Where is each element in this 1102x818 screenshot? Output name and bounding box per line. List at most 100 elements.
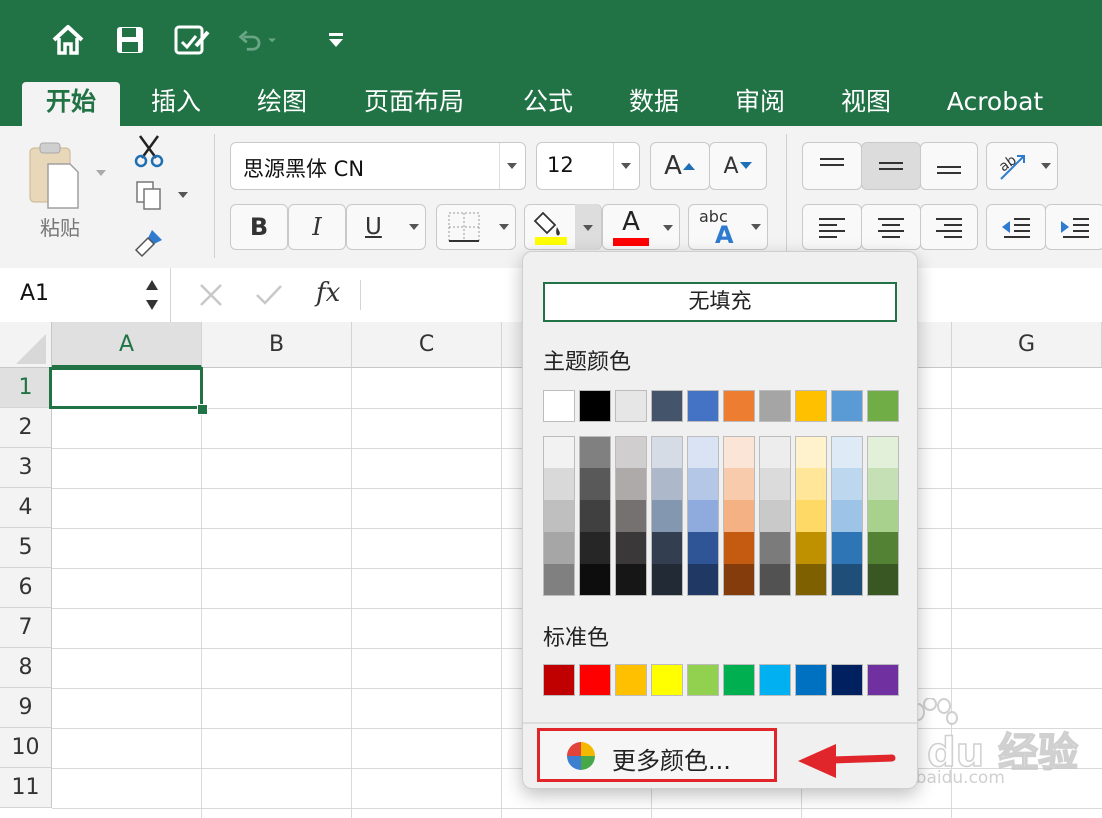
- row-header-11[interactable]: 11: [0, 768, 52, 808]
- tab-formulas[interactable]: 公式: [506, 82, 590, 126]
- decrease-indent-button[interactable]: [986, 204, 1046, 250]
- theme-shade-swatch[interactable]: [723, 532, 755, 564]
- theme-color-swatch[interactable]: [867, 390, 899, 422]
- phonetic-button[interactable]: abc A: [688, 204, 768, 250]
- format-painter-icon[interactable]: [134, 226, 166, 262]
- theme-shade-swatch[interactable]: [615, 436, 647, 468]
- row-header-10[interactable]: 10: [0, 728, 52, 768]
- theme-shade-swatch[interactable]: [759, 564, 791, 596]
- underline-dropdown-icon[interactable]: [409, 224, 419, 230]
- select-all-corner[interactable]: [0, 322, 52, 368]
- row-header-4[interactable]: 4: [0, 488, 52, 528]
- grow-font-button[interactable]: A: [650, 142, 710, 190]
- theme-shade-swatch[interactable]: [543, 436, 575, 468]
- font-name-dropdown-icon[interactable]: [507, 163, 517, 169]
- copy-icon[interactable]: [134, 180, 164, 216]
- row-header-6[interactable]: 6: [0, 568, 52, 608]
- theme-shade-swatch[interactable]: [579, 564, 611, 596]
- align-center-button[interactable]: [861, 204, 921, 250]
- font-name-box[interactable]: 思源黑体 CN: [230, 142, 526, 190]
- theme-shade-swatch[interactable]: [795, 468, 827, 500]
- tab-review[interactable]: 审阅: [718, 82, 802, 126]
- standard-color-swatch[interactable]: [615, 664, 647, 696]
- theme-shade-swatch[interactable]: [579, 532, 611, 564]
- theme-shade-swatch[interactable]: [867, 500, 899, 532]
- theme-shade-swatch[interactable]: [579, 468, 611, 500]
- theme-shade-swatch[interactable]: [687, 468, 719, 500]
- column-header-c[interactable]: C: [352, 322, 502, 368]
- theme-shade-swatch[interactable]: [687, 500, 719, 532]
- selected-cell-a1[interactable]: [49, 367, 203, 409]
- theme-shade-swatch[interactable]: [795, 564, 827, 596]
- theme-color-swatch[interactable]: [579, 390, 611, 422]
- theme-color-swatch[interactable]: [543, 390, 575, 422]
- standard-color-swatch[interactable]: [723, 664, 755, 696]
- theme-shade-swatch[interactable]: [543, 532, 575, 564]
- tab-insert[interactable]: 插入: [134, 82, 218, 126]
- name-box[interactable]: A1: [0, 268, 171, 322]
- underline-button[interactable]: U: [346, 204, 426, 250]
- font-color-dropdown-icon[interactable]: [663, 225, 673, 231]
- theme-color-swatch[interactable]: [831, 390, 863, 422]
- theme-shade-swatch[interactable]: [867, 468, 899, 500]
- phonetic-dropdown-icon[interactable]: [751, 224, 761, 230]
- tab-home[interactable]: 开始: [22, 82, 120, 126]
- theme-shade-swatch[interactable]: [867, 436, 899, 468]
- home-icon[interactable]: [48, 20, 88, 60]
- paste-button[interactable]: [26, 138, 86, 212]
- theme-shade-swatch[interactable]: [543, 468, 575, 500]
- name-box-stepper-icon[interactable]: [144, 276, 160, 314]
- theme-color-swatch[interactable]: [615, 390, 647, 422]
- column-header-a[interactable]: A: [52, 322, 202, 368]
- standard-color-swatch[interactable]: [759, 664, 791, 696]
- theme-shade-swatch[interactable]: [687, 532, 719, 564]
- row-header-5[interactable]: 5: [0, 528, 52, 568]
- theme-shade-swatch[interactable]: [579, 500, 611, 532]
- more-colors-button[interactable]: 更多颜色...: [537, 728, 777, 782]
- theme-shade-swatch[interactable]: [831, 468, 863, 500]
- theme-shade-swatch[interactable]: [615, 564, 647, 596]
- theme-shade-swatch[interactable]: [651, 532, 683, 564]
- tab-draw[interactable]: 绘图: [240, 82, 324, 126]
- theme-color-swatch[interactable]: [651, 390, 683, 422]
- theme-shade-swatch[interactable]: [723, 564, 755, 596]
- orientation-dropdown-icon[interactable]: [1041, 163, 1051, 169]
- column-header-b[interactable]: B: [202, 322, 352, 368]
- theme-color-swatch[interactable]: [795, 390, 827, 422]
- theme-shade-swatch[interactable]: [723, 468, 755, 500]
- tab-page-layout[interactable]: 页面布局: [352, 82, 476, 126]
- theme-color-swatch[interactable]: [759, 390, 791, 422]
- font-color-button[interactable]: A: [602, 204, 680, 250]
- bold-button[interactable]: B: [230, 204, 288, 250]
- theme-shade-swatch[interactable]: [579, 436, 611, 468]
- customize-icon[interactable]: [316, 20, 356, 60]
- row-header-2[interactable]: 2: [0, 408, 52, 448]
- theme-shade-swatch[interactable]: [831, 564, 863, 596]
- theme-shade-swatch[interactable]: [759, 468, 791, 500]
- column-header-g[interactable]: G: [952, 322, 1102, 368]
- row-header-8[interactable]: 8: [0, 648, 52, 688]
- copy-dropdown-icon[interactable]: [178, 192, 188, 198]
- align-top-button[interactable]: [802, 142, 862, 190]
- theme-shade-swatch[interactable]: [615, 468, 647, 500]
- insert-function-icon[interactable]: fx: [316, 278, 340, 308]
- row-header-3[interactable]: 3: [0, 448, 52, 488]
- orientation-button[interactable]: ab: [986, 142, 1058, 190]
- theme-shade-swatch[interactable]: [795, 500, 827, 532]
- edit-icon[interactable]: [172, 20, 212, 60]
- theme-shade-swatch[interactable]: [795, 532, 827, 564]
- theme-shade-swatch[interactable]: [651, 468, 683, 500]
- theme-shade-swatch[interactable]: [615, 532, 647, 564]
- save-icon[interactable]: [110, 20, 150, 60]
- theme-shade-swatch[interactable]: [759, 436, 791, 468]
- paste-dropdown-icon[interactable]: [96, 170, 106, 176]
- row-header-9[interactable]: 9: [0, 688, 52, 728]
- align-middle-button[interactable]: [861, 142, 921, 190]
- standard-color-swatch[interactable]: [867, 664, 899, 696]
- theme-shade-swatch[interactable]: [867, 564, 899, 596]
- theme-shade-swatch[interactable]: [831, 436, 863, 468]
- tab-view[interactable]: 视图: [824, 82, 908, 126]
- theme-shade-swatch[interactable]: [759, 500, 791, 532]
- theme-shade-swatch[interactable]: [831, 500, 863, 532]
- undo-icon[interactable]: [236, 20, 276, 60]
